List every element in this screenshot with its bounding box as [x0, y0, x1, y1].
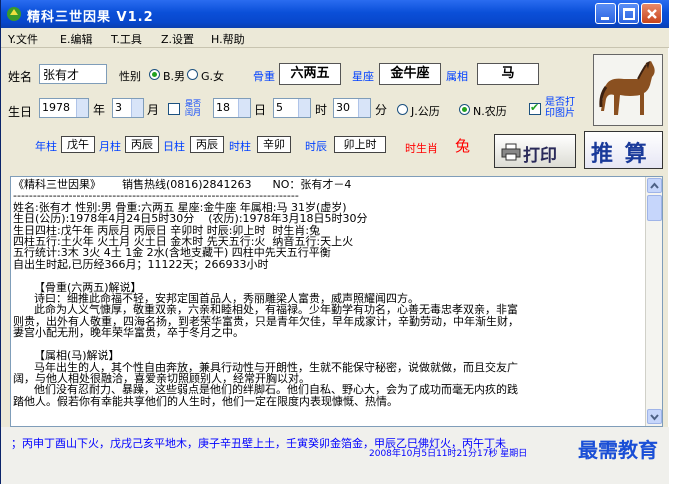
spinner-arrows-icon[interactable] — [131, 99, 143, 117]
menu-bar: Y.文件 E.编辑 T.工具 Z.设置 H.帮助 — [1, 28, 669, 48]
year-value: 1978 — [42, 101, 70, 114]
status-bar: ；丙申丁酉山下火，戊戌己亥平地木，庚子辛丑壁上土，壬寅癸卯金箔金，甲辰乙巳佛灯火… — [1, 427, 669, 484]
month-pillar-value: 丙辰 — [125, 136, 159, 153]
calculate-button-label: 推 算 — [591, 141, 649, 167]
solar-calendar-radio[interactable] — [397, 104, 408, 115]
minimize-icon — [601, 17, 609, 20]
watermark: 最需教育 — [578, 438, 658, 462]
app-window: 精科三世因果 V1.2 Y.文件 E.编辑 T.工具 Z.设置 H.帮助 姓名 … — [0, 0, 669, 484]
app-logo-icon — [7, 7, 21, 21]
scroll-down-button[interactable] — [647, 409, 662, 424]
chevron-up-icon — [650, 182, 659, 189]
birth-animal-value: 兔 — [455, 137, 471, 155]
title-bar[interactable]: 精科三世因果 V1.2 — [1, 0, 669, 28]
gender-female-label: G.女 — [201, 70, 225, 83]
zodiac-label: 属相 — [446, 70, 468, 83]
menu-settings[interactable]: Z.设置 — [161, 31, 194, 47]
zodiac-image — [593, 54, 663, 126]
leap-month-checkbox[interactable] — [168, 103, 180, 115]
close-icon — [647, 9, 657, 19]
print-button[interactable]: 打印 — [494, 134, 576, 168]
spinner-arrows-icon[interactable] — [76, 99, 88, 117]
report-textarea[interactable]: 《精科三世因果》 销售热线(0816)2841263 NO：张有才－4 ----… — [10, 176, 663, 427]
solar-calendar-label: J.公历 — [411, 105, 440, 118]
calculate-button[interactable]: 推 算 — [584, 131, 663, 169]
gender-male-label: B.男 — [163, 70, 186, 83]
month-pillar-label: 月柱 — [99, 140, 121, 153]
menu-file[interactable]: Y.文件 — [8, 31, 38, 47]
year-pillar-value: 戊午 — [61, 136, 95, 153]
month-unit: 月 — [147, 103, 160, 117]
name-label: 姓名 — [8, 70, 33, 84]
year-spinner[interactable]: 1978 — [39, 98, 89, 118]
scroll-thumb[interactable] — [647, 195, 662, 221]
day-spinner[interactable]: 18 — [213, 98, 251, 118]
window-title: 精科三世因果 V1.2 — [27, 10, 154, 25]
gender-female-radio[interactable] — [187, 69, 198, 80]
spinner-arrows-icon[interactable] — [238, 99, 250, 117]
maximize-button[interactable] — [618, 3, 639, 24]
spinner-arrows-icon[interactable] — [298, 99, 310, 117]
minute-unit: 分 — [375, 103, 388, 117]
gender-male-radio[interactable] — [149, 69, 160, 80]
maximize-icon — [623, 8, 635, 20]
menu-help[interactable]: H.帮助 — [211, 31, 245, 47]
leap-month-label: 是否 闰月 — [185, 99, 201, 117]
constellation-label: 星座 — [352, 70, 374, 83]
menu-tools[interactable]: T.工具 — [111, 31, 142, 47]
day-unit: 日 — [254, 103, 267, 117]
birth-animal-label: 时生肖 — [405, 142, 438, 155]
spinner-arrows-icon[interactable] — [358, 99, 370, 117]
print-button-label: 打印 — [523, 146, 557, 166]
day-value: 18 — [216, 101, 230, 114]
name-input[interactable]: 张有才 — [39, 64, 107, 84]
time-value: 卯上时 — [334, 136, 386, 153]
gender-label: 性别 — [119, 70, 141, 83]
hour-unit: 时 — [315, 103, 328, 117]
print-image-label: 是否打 印图片 — [545, 97, 575, 119]
lunar-calendar-radio[interactable] — [459, 104, 470, 115]
chevron-down-icon — [650, 414, 659, 421]
minute-value: 30 — [336, 101, 350, 114]
hour-spinner[interactable]: 5 — [273, 98, 311, 118]
hour-pillar-value: 辛卯 — [257, 136, 291, 153]
hour-pillar-label: 时柱 — [229, 140, 251, 153]
menu-edit[interactable]: E.编辑 — [60, 31, 92, 47]
bone-label: 骨重 — [253, 70, 275, 83]
printer-icon — [501, 143, 521, 161]
horse-icon — [599, 61, 655, 115]
zodiac-value: 马 — [477, 63, 539, 85]
bone-value: 六两五 — [279, 63, 341, 85]
month-spinner[interactable]: 3 — [112, 98, 144, 118]
datetime-status: 2008年10月5日11时21分17秒 星期日 — [369, 449, 528, 459]
minute-spinner[interactable]: 30 — [333, 98, 371, 118]
time-label: 时辰 — [305, 140, 327, 153]
day-pillar-label: 日柱 — [163, 140, 185, 153]
constellation-value: 金牛座 — [379, 63, 441, 85]
month-value: 3 — [115, 101, 122, 114]
year-pillar-label: 年柱 — [35, 140, 57, 153]
report-text: 《精科三世因果》 销售热线(0816)2841263 NO：张有才－4 ----… — [13, 178, 519, 408]
minimize-button[interactable] — [595, 3, 616, 24]
report-scrollbar[interactable] — [645, 177, 662, 426]
print-image-checkbox[interactable] — [529, 101, 541, 115]
lunar-calendar-label: N.农历 — [473, 105, 507, 118]
hour-value: 5 — [276, 101, 283, 114]
year-unit: 年 — [93, 103, 106, 117]
scroll-up-button[interactable] — [647, 178, 662, 193]
birthday-label: 生日 — [8, 105, 33, 119]
day-pillar-value: 丙辰 — [190, 136, 224, 153]
close-button[interactable] — [641, 3, 662, 24]
